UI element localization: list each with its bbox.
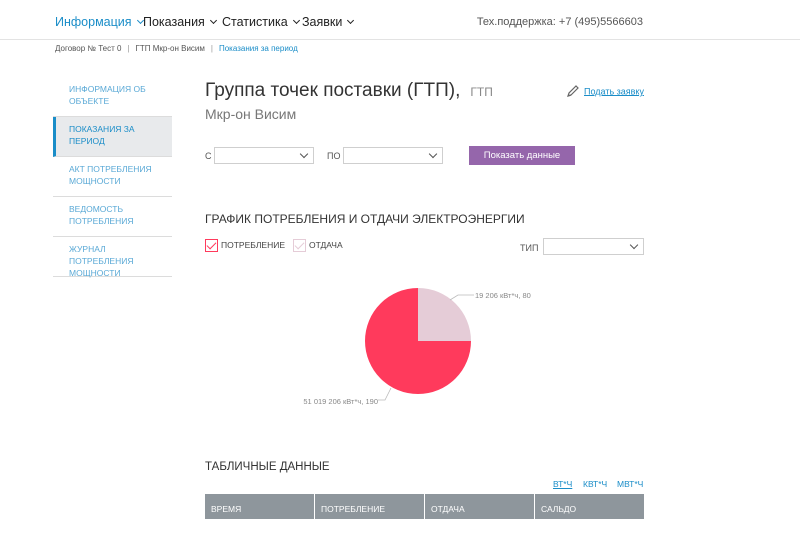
chart-section-title: График потребления и отдачи электроэнерг… bbox=[205, 212, 525, 226]
breadcrumb-current: Показания за период bbox=[218, 44, 298, 53]
breadcrumb-gtp[interactable]: ГТП Мкр-он Висим bbox=[136, 44, 205, 53]
show-data-button[interactable]: Показать данные bbox=[469, 146, 575, 165]
checkbox-checked-icon[interactable] bbox=[205, 239, 218, 252]
date-to-label: ПО bbox=[327, 151, 341, 161]
legend-return[interactable]: Отдача bbox=[293, 239, 343, 252]
support-phone: Тех.поддержка: +7 (495)5566603 bbox=[476, 16, 643, 28]
legend-consumption[interactable]: Потребление bbox=[205, 239, 285, 252]
nav-item-statistics[interactable]: Статистика bbox=[222, 15, 300, 29]
submit-request-link[interactable]: Подать заявку bbox=[566, 84, 644, 100]
column-header-time[interactable]: Время bbox=[205, 494, 315, 519]
chevron-down-icon bbox=[629, 240, 639, 250]
sidebar-item-period-readings[interactable]: Показания за период bbox=[53, 117, 172, 157]
pie-slice-return[interactable] bbox=[418, 288, 471, 341]
column-header-return[interactable]: Отдача bbox=[425, 494, 535, 519]
page-subtitle: Мкр-он Висим bbox=[205, 106, 297, 122]
date-from-select[interactable] bbox=[214, 147, 314, 164]
breadcrumb-contract[interactable]: Договор № Тест 0 bbox=[55, 44, 121, 53]
chevron-down-icon bbox=[292, 16, 300, 25]
nav-item-readings[interactable]: Показания bbox=[143, 15, 217, 29]
pie-data-label-return: 19 206 кВт*ч, 80 bbox=[475, 291, 531, 300]
unit-kwh-tab[interactable]: кВт*ч bbox=[583, 479, 607, 489]
column-header-balance[interactable]: Сальдо bbox=[535, 494, 644, 519]
nav-item-label: Статистика bbox=[222, 15, 288, 29]
top-navigation: Информация Показания Статистика Заявки Т… bbox=[0, 0, 800, 40]
page-title: Группа точек поставки (ГТП), ГТП bbox=[205, 80, 493, 102]
chevron-down-icon bbox=[428, 149, 438, 159]
pie-data-label-consumption: 51 019 206 кВт*ч, 190 bbox=[303, 397, 378, 406]
unit-mwh-tab[interactable]: МВт*ч bbox=[617, 479, 643, 489]
column-header-consumption[interactable]: Потребление bbox=[315, 494, 425, 519]
date-to-select[interactable] bbox=[343, 147, 443, 164]
unit-wh-tab[interactable]: Вт*ч bbox=[553, 479, 572, 489]
chevron-down-icon bbox=[209, 16, 217, 25]
pie-chart: 19 206 кВт*ч, 80 51 019 206 кВт*ч, 190 bbox=[303, 288, 531, 406]
nav-item-label: Показания bbox=[143, 15, 205, 29]
type-label: Тип bbox=[520, 243, 539, 253]
checkbox-checked-icon[interactable] bbox=[293, 239, 306, 252]
sidebar-item-power-journal[interactable]: Журнал потребления мощности bbox=[53, 237, 172, 278]
sidebar: Информация об объекте Показания за перио… bbox=[53, 77, 172, 278]
page-title-text: Группа точек поставки (ГТП), bbox=[205, 80, 461, 101]
table-header: Время Потребление Отдача Сальдо bbox=[205, 494, 644, 519]
sidebar-item-object-info[interactable]: Информация об объекте bbox=[53, 77, 172, 117]
breadcrumb-separator: | bbox=[127, 44, 130, 53]
legend-return-label: Отдача bbox=[309, 239, 343, 250]
pie-leader-line-return bbox=[449, 294, 474, 301]
sidebar-item-consumption-sheet[interactable]: Ведомость потребления bbox=[53, 197, 172, 237]
page-title-type: ГТП bbox=[470, 85, 493, 99]
nav-item-info[interactable]: Информация bbox=[55, 15, 144, 29]
chevron-down-icon bbox=[347, 16, 355, 25]
chevron-down-icon bbox=[299, 149, 309, 159]
nav-item-label: Заявки bbox=[302, 15, 343, 29]
breadcrumb: Договор № Тест 0 | ГТП Мкр-он Висим | Показа… bbox=[55, 44, 298, 53]
date-from-label: С bbox=[205, 151, 212, 161]
type-select[interactable] bbox=[543, 238, 644, 255]
nav-item-requests[interactable]: Заявки bbox=[302, 15, 355, 29]
sidebar-item-power-act[interactable]: Акт потребления мощности bbox=[53, 157, 172, 197]
nav-item-label: Информация bbox=[55, 15, 132, 29]
pencil-icon bbox=[566, 84, 580, 100]
table-section-title: Табличные данные bbox=[205, 461, 330, 473]
submit-request-label: Подать заявку bbox=[584, 86, 644, 97]
legend-consumption-label: Потребление bbox=[221, 239, 285, 250]
breadcrumb-separator: | bbox=[210, 44, 213, 53]
pie-leader-line-consumption bbox=[378, 387, 392, 401]
